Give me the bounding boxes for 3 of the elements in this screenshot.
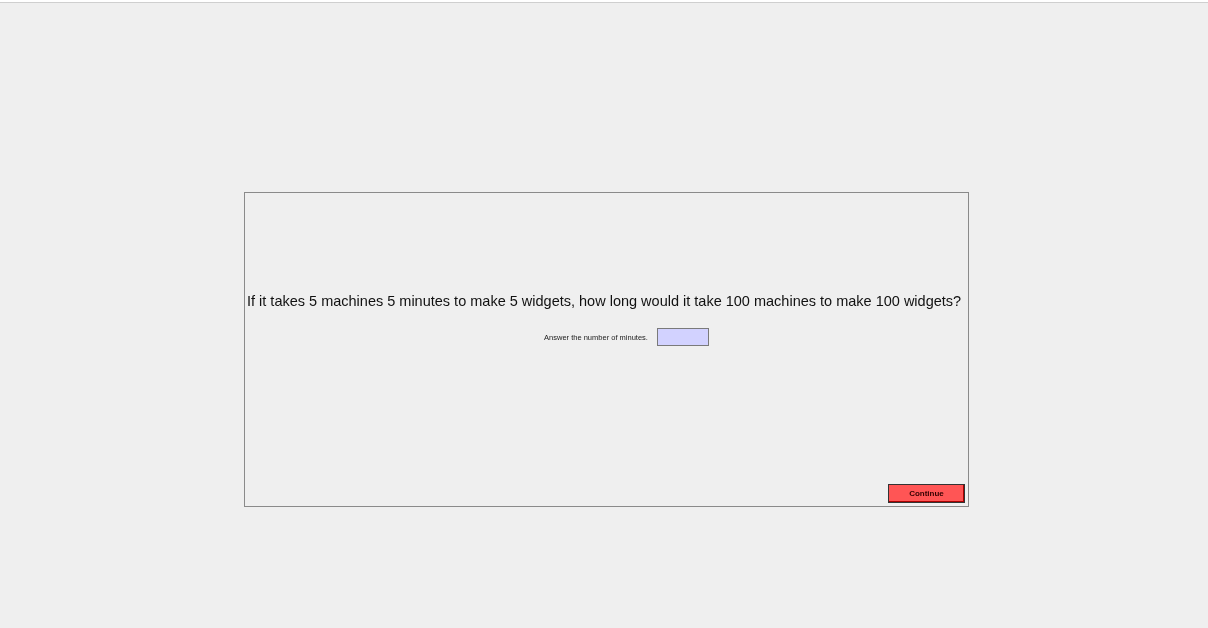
answer-field[interactable]: [656, 328, 709, 346]
question-text: If it takes 5 machines 5 minutes to make 5 widgets, how long would it take 100 machines to make 100 widgets?: [247, 292, 962, 310]
continue-button[interactable]: Continue: [888, 484, 965, 503]
